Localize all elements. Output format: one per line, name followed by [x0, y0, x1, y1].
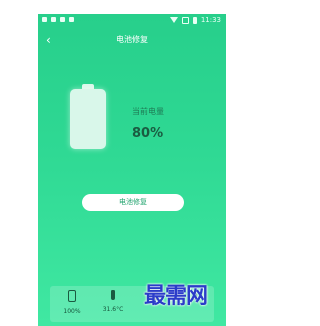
title-bar: ‹ 电池修复 — [38, 32, 226, 52]
watermark: 最需网 — [144, 283, 208, 309]
wifi-icon — [169, 17, 178, 23]
battery-repair-button[interactable]: 电池修复 — [82, 194, 184, 211]
battery-body — [70, 89, 106, 149]
notification-icon — [42, 17, 47, 22]
notification-icon — [60, 17, 65, 22]
stat-battery: 100% — [54, 290, 90, 315]
current-level-label: 当前电量 — [132, 107, 164, 116]
notification-icons — [42, 17, 74, 22]
stat-battery-value: 100% — [63, 308, 81, 315]
stat-temperature-value: 31.6°C — [102, 306, 124, 313]
signal-icon — [181, 16, 189, 24]
battery-icon — [68, 290, 76, 302]
notification-icon — [51, 17, 56, 22]
battery-status-icon — [192, 16, 197, 24]
thermometer-icon — [111, 290, 115, 300]
stat-temperature: 31.6°C — [95, 290, 131, 313]
notification-icon — [69, 17, 74, 22]
status-bar: 11:33 — [38, 14, 226, 28]
status-time: 11:33 — [200, 16, 221, 24]
current-level-value: 80% — [132, 126, 164, 141]
page-title: 电池修复 — [116, 35, 148, 44]
status-indicators: 11:33 — [169, 16, 221, 24]
